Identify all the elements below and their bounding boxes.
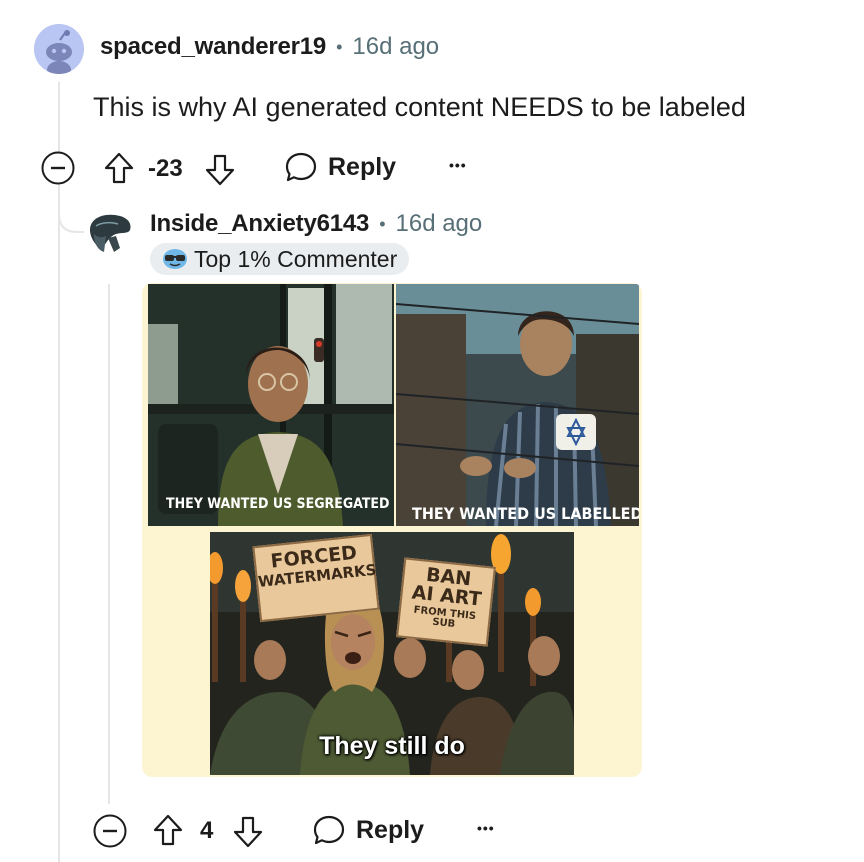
upvote-button[interactable] [103, 151, 135, 185]
panel-3-caption: They still do [319, 732, 465, 760]
more-button[interactable]: ••• [477, 820, 495, 836]
reply-bubble-icon [285, 152, 317, 182]
downvote-icon [205, 154, 235, 186]
panel-1-caption: THEY WANTED US SEGREGATED [166, 496, 390, 512]
reply-button[interactable]: Reply [284, 150, 396, 184]
barbed-wire-scene-illustration [396, 284, 639, 526]
downvote-button[interactable] [204, 153, 236, 187]
snoo-avatar-icon [34, 24, 84, 74]
collapse-button[interactable] [40, 150, 76, 186]
reply-label: Reply [356, 815, 425, 844]
username[interactable]: Inside_Anxiety6143 [150, 210, 369, 238]
collapse-icon [93, 814, 127, 848]
thread-connector [58, 190, 87, 233]
collapse-icon [41, 151, 75, 185]
upvote-button[interactable] [152, 813, 184, 847]
downvote-button[interactable] [232, 815, 264, 849]
comment-image[interactable]: THEY WANTED US SEGREGATED THEY WANTED US… [142, 283, 642, 777]
meme-panel-3: FORCED WATERMARKS BAN AI ART FROM THIS S… [210, 532, 574, 775]
upvote-icon [104, 152, 134, 184]
alien-avatar-icon [84, 208, 134, 258]
thread-line-child[interactable] [108, 284, 110, 804]
meme-panel-1: THEY WANTED US SEGREGATED [148, 284, 394, 526]
comment-body: This is why AI generated content NEEDS t… [93, 92, 746, 122]
protest-sign-ban-ai-art: BAN AI ART FROM THIS SUB [396, 557, 496, 647]
avatar[interactable] [34, 24, 84, 74]
bus-scene-illustration [148, 284, 394, 526]
upvote-icon [153, 814, 183, 846]
separator-dot: • [379, 213, 386, 234]
user-flair: Top 1% Commenter [150, 243, 410, 275]
reply-bubble-icon [313, 815, 345, 845]
avatar[interactable] [84, 208, 134, 258]
more-button[interactable]: ••• [449, 157, 467, 173]
flair-label: Top 1% Commenter [194, 245, 398, 272]
reply-label: Reply [328, 152, 397, 181]
timestamp[interactable]: 16d ago [352, 33, 439, 61]
flair-sunglasses-icon [163, 249, 187, 269]
vote-count: -23 [148, 155, 183, 182]
panel-2-caption: THEY WANTED US LABELLED [412, 504, 639, 523]
vote-count: 4 [200, 817, 214, 844]
timestamp[interactable]: 16d ago [396, 210, 483, 238]
protest-sign-forced-watermarks: FORCED WATERMARKS [252, 533, 380, 623]
username[interactable]: spaced_wanderer19 [100, 33, 326, 61]
meme-panel-2: THEY WANTED US LABELLED [396, 284, 639, 526]
reply-button[interactable]: Reply [312, 813, 424, 847]
collapse-button[interactable] [92, 813, 128, 849]
downvote-icon [233, 816, 263, 848]
separator-dot: • [336, 36, 343, 57]
